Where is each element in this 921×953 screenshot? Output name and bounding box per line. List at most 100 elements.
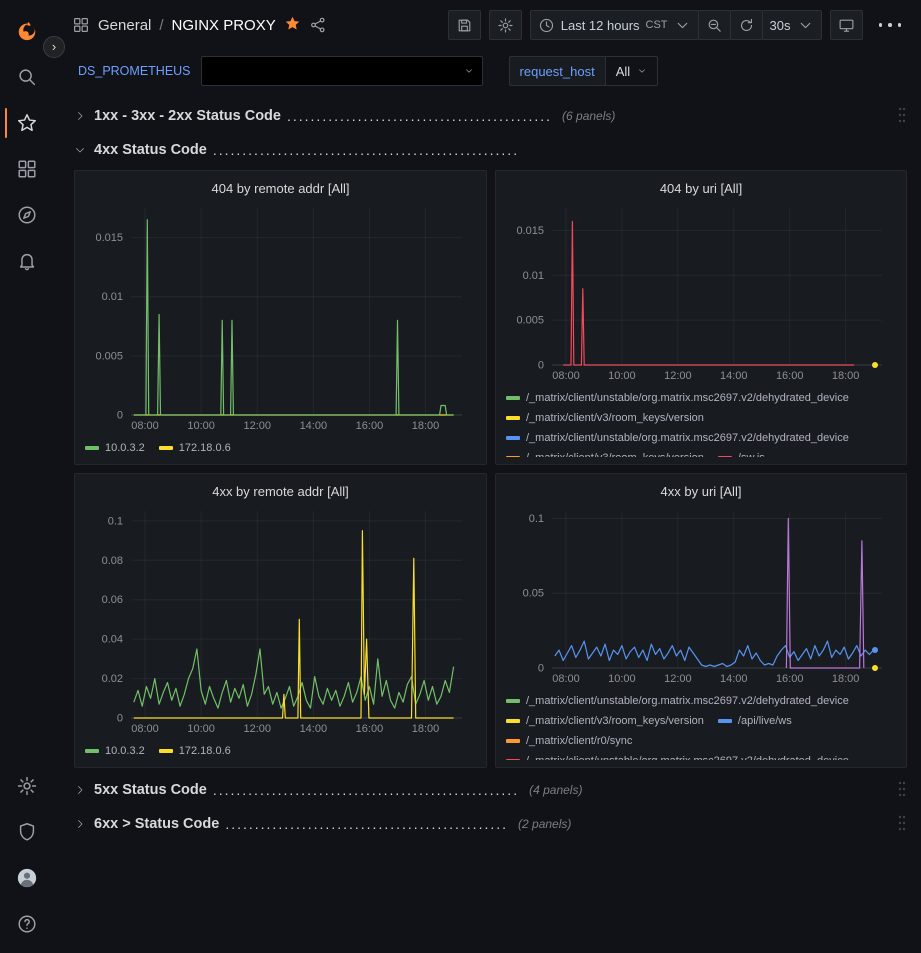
sidebar-item-alerting[interactable] [3, 238, 51, 284]
chevron-down-icon [74, 144, 86, 156]
sidebar-expand-toggle[interactable]: › [43, 36, 65, 58]
sidebar-item-starred[interactable] [3, 100, 51, 146]
series-color-swatch [506, 396, 520, 400]
gear-icon [16, 775, 38, 797]
svg-text:0.02: 0.02 [102, 673, 123, 685]
svg-text:10:00: 10:00 [608, 370, 636, 382]
svg-text:0.1: 0.1 [529, 513, 544, 525]
drag-handle-icon[interactable] [897, 780, 907, 801]
svg-text:0.015: 0.015 [95, 232, 123, 244]
kebab-menu-button[interactable] [871, 10, 910, 40]
row-4xx-status-code[interactable]: 4xx Status Code ........................… [74, 136, 907, 164]
legend-item[interactable]: /api/live/ws [718, 713, 792, 729]
time-series-chart[interactable]: 08:0010:0012:0014:0016:0018:0000.0050.01… [506, 200, 896, 385]
svg-text:0.005: 0.005 [516, 315, 544, 327]
time-series-chart[interactable]: 08:0010:0012:0014:0016:0018:0000.0050.01… [85, 200, 476, 435]
chevron-down-icon [674, 17, 691, 34]
svg-text:10:00: 10:00 [187, 420, 215, 432]
svg-text:16:00: 16:00 [776, 673, 804, 685]
svg-text:12:00: 12:00 [243, 723, 271, 735]
sidebar-item-help[interactable] [3, 901, 51, 947]
legend-item[interactable]: /sw.js [718, 450, 765, 457]
drag-handle-icon[interactable] [897, 106, 907, 127]
row-dots: ........................................… [213, 782, 519, 798]
refresh-button[interactable] [730, 10, 763, 40]
legend-item[interactable]: 10.0.3.2 [85, 440, 145, 456]
legend-item[interactable]: /_matrix/client/unstable/org.matrix.msc2… [506, 753, 849, 760]
sidebar-item-explore[interactable] [3, 192, 51, 238]
drag-handle-icon[interactable] [897, 814, 907, 835]
legend-item[interactable]: /_matrix/client/r0/sync [506, 733, 632, 749]
breadcrumb-section[interactable]: General [98, 17, 151, 34]
gear-icon [497, 17, 514, 34]
topbar-actions: Last 12 hours CST [448, 10, 909, 40]
dashboard-title[interactable]: NGINX PROXY [172, 17, 276, 34]
monitor-icon [838, 17, 855, 34]
svg-text:16:00: 16:00 [776, 370, 804, 382]
panel-title[interactable]: 4xx by remote addr [All] [85, 479, 476, 503]
row-dots: ........................................… [213, 142, 519, 158]
svg-text:08:00: 08:00 [131, 723, 159, 735]
row-panel-count: (6 panels) [562, 109, 615, 123]
breadcrumb-separator: / [159, 17, 163, 34]
timezone-label: CST [646, 19, 668, 31]
zoom-out-button[interactable] [698, 10, 731, 40]
time-series-chart[interactable]: 08:0010:0012:0014:0016:0018:0000.050.1 [506, 503, 896, 688]
tv-mode-button[interactable] [830, 10, 863, 40]
svg-text:0: 0 [538, 360, 544, 372]
chevron-down-icon [637, 66, 647, 76]
dashboard-settings-button[interactable] [489, 10, 522, 40]
row-6xx-status-code[interactable]: 6xx > Status Code ......................… [74, 810, 907, 838]
time-range-picker[interactable]: Last 12 hours CST [530, 10, 699, 40]
variables-toolbar: DS_PROMETHEUS request_host All [54, 50, 921, 92]
grafana-flame-icon [16, 20, 38, 42]
panel-title[interactable]: 4xx by uri [All] [506, 479, 896, 503]
save-icon [456, 17, 473, 34]
series-color-swatch [159, 749, 173, 753]
legend-item[interactable]: 172.18.0.6 [159, 743, 231, 759]
legend-item[interactable]: /_matrix/client/v3/room_keys/version [506, 713, 704, 729]
svg-text:08:00: 08:00 [131, 420, 159, 432]
dashboard-scroll-area[interactable]: 1xx - 3xx - 2xx Status Code ............… [54, 92, 921, 953]
chevron-down-icon [464, 66, 474, 76]
row-title: 4xx Status Code [94, 142, 207, 158]
row-5xx-status-code[interactable]: 5xx Status Code ........................… [74, 776, 907, 804]
series-color-swatch [506, 699, 520, 703]
legend-item[interactable]: 172.18.0.6 [159, 440, 231, 456]
datasource-variable-select[interactable] [201, 56, 483, 86]
legend-item[interactable]: /_matrix/client/unstable/org.matrix.msc2… [506, 390, 849, 406]
svg-text:0.01: 0.01 [523, 270, 544, 282]
refresh-interval-dropdown[interactable]: 30s [762, 10, 822, 40]
panel-title[interactable]: 404 by remote addr [All] [85, 176, 476, 200]
row-dots: ........................................… [287, 108, 552, 124]
favorite-star-button[interactable] [284, 15, 301, 36]
svg-text:10:00: 10:00 [187, 723, 215, 735]
sidebar-item-search[interactable] [3, 54, 51, 100]
request-host-value: All [616, 64, 630, 79]
panel-title[interactable]: 404 by uri [All] [506, 176, 896, 200]
legend-item[interactable]: /_matrix/client/unstable/org.matrix.msc2… [506, 693, 849, 709]
svg-text:12:00: 12:00 [664, 370, 692, 382]
series-color-swatch [718, 719, 732, 723]
save-dashboard-button[interactable] [448, 10, 481, 40]
time-series-chart[interactable]: 08:0010:0012:0014:0016:0018:0000.020.040… [85, 503, 476, 738]
request-host-select[interactable]: All [606, 56, 658, 86]
legend-item[interactable]: 10.0.3.2 [85, 743, 145, 759]
dashboards-grid-icon [16, 158, 38, 180]
compass-icon [16, 204, 38, 226]
request-host-label[interactable]: request_host [509, 56, 606, 86]
sidebar-item-configuration[interactable] [3, 763, 51, 809]
row-1xx-3xx-2xx-status-code[interactable]: 1xx - 3xx - 2xx Status Code ............… [74, 102, 907, 130]
chevron-down-icon [797, 17, 814, 34]
sidebar-item-profile[interactable] [3, 855, 51, 901]
sidebar-item-dashboards[interactable] [3, 146, 51, 192]
legend-item[interactable]: /_matrix/client/v3/room_keys/version [506, 410, 704, 426]
sidebar-item-server-admin[interactable] [3, 809, 51, 855]
legend-item[interactable]: /_matrix/client/v3/room_keys/version [506, 450, 704, 457]
time-range-label: Last 12 hours [561, 18, 640, 33]
datasource-variable-label[interactable]: DS_PROMETHEUS [78, 64, 191, 78]
legend-item[interactable]: /_matrix/client/unstable/org.matrix.msc2… [506, 430, 849, 446]
series-color-swatch [85, 446, 99, 450]
share-icon[interactable] [309, 16, 327, 34]
clock-icon [538, 17, 555, 34]
